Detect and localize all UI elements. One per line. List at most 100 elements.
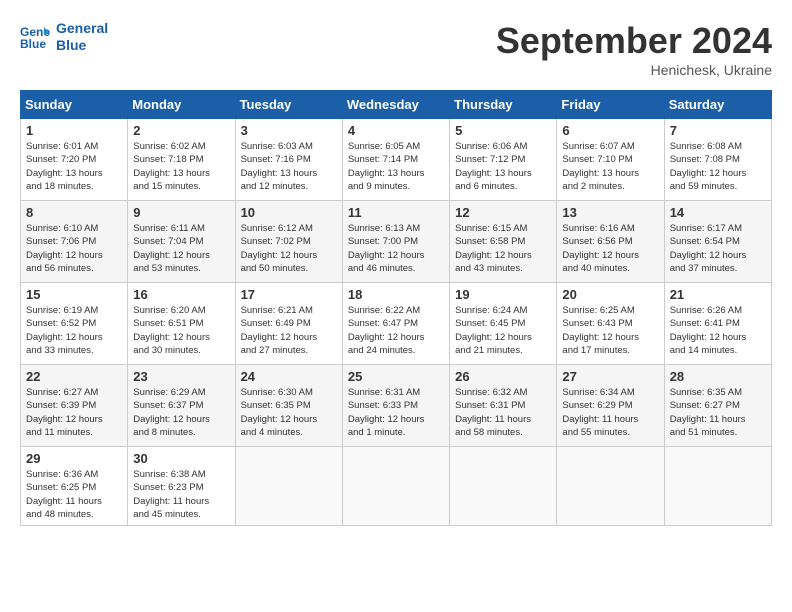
day-info: Sunrise: 6:29 AMSunset: 6:37 PMDaylight:… — [133, 386, 229, 439]
table-row: 3Sunrise: 6:03 AMSunset: 7:16 PMDaylight… — [235, 119, 342, 201]
table-row: 8 Sunrise: 6:10 AMSunset: 7:06 PMDaylight… — [21, 201, 128, 283]
day-number: 2 — [133, 123, 229, 138]
day-info: Sunrise: 6:19 AMSunset: 6:52 PMDaylight:… — [26, 304, 122, 357]
day-info: Sunrise: 6:30 AMSunset: 6:35 PMDaylight:… — [241, 386, 337, 439]
day-number: 25 — [348, 369, 444, 384]
day-info: Sunrise: 6:12 AMSunset: 7:02 PMDaylight:… — [241, 222, 337, 275]
table-row: 2 Sunrise: 6:02 AMSunset: 7:18 PMDaylight… — [128, 119, 235, 201]
calendar-table: Sunday Monday Tuesday Wednesday Thursday… — [20, 90, 772, 526]
table-row: 4 Sunrise: 6:05 AMSunset: 7:14 PMDaylight… — [342, 119, 449, 201]
day-number: 12 — [455, 205, 551, 220]
table-row: 9Sunrise: 6:11 AMSunset: 7:04 PMDaylight… — [128, 201, 235, 283]
table-row: 27 Sunrise: 6:34 AMSunset: 6:29 PMDayligh… — [557, 365, 664, 447]
table-row: 11 Sunrise: 6:13 AMSunset: 7:00 PMDayligh… — [342, 201, 449, 283]
table-row — [450, 447, 557, 526]
table-row: 17 Sunrise: 6:21 AMSunset: 6:49 PMDayligh… — [235, 283, 342, 365]
day-number: 13 — [562, 205, 658, 220]
table-row: 20 Sunrise: 6:25 AMSunset: 6:43 PMDayligh… — [557, 283, 664, 365]
table-row — [664, 447, 771, 526]
day-number: 7 — [670, 123, 766, 138]
day-info: Sunrise: 6:17 AMSunset: 6:54 PMDaylight:… — [670, 222, 766, 275]
table-row: 7 Sunrise: 6:08 AMSunset: 7:08 PMDaylight… — [664, 119, 771, 201]
day-number: 22 — [26, 369, 122, 384]
day-number: 21 — [670, 287, 766, 302]
table-row: 23 Sunrise: 6:29 AMSunset: 6:37 PMDayligh… — [128, 365, 235, 447]
logo-line2: Blue — [56, 37, 108, 54]
day-info: Sunrise: 6:11 AMSunset: 7:04 PMDaylight:… — [133, 222, 229, 275]
day-number: 15 — [26, 287, 122, 302]
day-number: 23 — [133, 369, 229, 384]
table-row: 29Sunrise: 6:36 AMSunset: 6:25 PMDayligh… — [21, 447, 128, 526]
table-row — [557, 447, 664, 526]
day-info: Sunrise: 6:07 AMSunset: 7:10 PMDaylight:… — [562, 140, 658, 193]
day-number: 28 — [670, 369, 766, 384]
day-number: 27 — [562, 369, 658, 384]
day-number: 29 — [26, 451, 122, 466]
day-info: Sunrise: 6:25 AMSunset: 6:43 PMDaylight:… — [562, 304, 658, 357]
day-number: 6 — [562, 123, 658, 138]
table-row: 14 Sunrise: 6:17 AMSunset: 6:54 PMDayligh… — [664, 201, 771, 283]
day-number: 3 — [241, 123, 337, 138]
month-title: September 2024 — [496, 20, 772, 62]
table-row: 28 Sunrise: 6:35 AMSunset: 6:27 PMDayligh… — [664, 365, 771, 447]
day-number: 17 — [241, 287, 337, 302]
day-number: 5 — [455, 123, 551, 138]
location: Henichesk, Ukraine — [496, 62, 772, 78]
col-monday: Monday — [128, 91, 235, 119]
day-info: Sunrise: 6:34 AMSunset: 6:29 PMDaylight:… — [562, 386, 658, 439]
day-info: Sunrise: 6:13 AMSunset: 7:00 PMDaylight:… — [348, 222, 444, 275]
day-info: Sunrise: 6:15 AMSunset: 6:58 PMDaylight:… — [455, 222, 551, 275]
day-info: Sunrise: 6:26 AMSunset: 6:41 PMDaylight:… — [670, 304, 766, 357]
day-number: 18 — [348, 287, 444, 302]
day-info: Sunrise: 6:20 AMSunset: 6:51 PMDaylight:… — [133, 304, 229, 357]
logo-line1: General — [56, 20, 108, 37]
table-row: 26 Sunrise: 6:32 AMSunset: 6:31 PMDayligh… — [450, 365, 557, 447]
table-row: 21 Sunrise: 6:26 AMSunset: 6:41 PMDayligh… — [664, 283, 771, 365]
day-number: 11 — [348, 205, 444, 220]
table-row: 16 Sunrise: 6:20 AMSunset: 6:51 PMDayligh… — [128, 283, 235, 365]
day-info: Sunrise: 6:35 AMSunset: 6:27 PMDaylight:… — [670, 386, 766, 439]
table-row: 6 Sunrise: 6:07 AMSunset: 7:10 PMDaylight… — [557, 119, 664, 201]
table-row: 30 Sunrise: 6:38 AMSunset: 6:23 PMDayligh… — [128, 447, 235, 526]
day-number: 4 — [348, 123, 444, 138]
day-info: Sunrise: 6:10 AMSunset: 7:06 PMDaylight:… — [26, 222, 122, 275]
table-row: 12 Sunrise: 6:15 AMSunset: 6:58 PMDayligh… — [450, 201, 557, 283]
col-tuesday: Tuesday — [235, 91, 342, 119]
calendar-header-row: Sunday Monday Tuesday Wednesday Thursday… — [21, 91, 772, 119]
day-number: 26 — [455, 369, 551, 384]
logo-icon: General Blue — [20, 22, 50, 52]
day-info: Sunrise: 6:02 AMSunset: 7:18 PMDaylight:… — [133, 140, 229, 193]
day-info: Sunrise: 6:32 AMSunset: 6:31 PMDaylight:… — [455, 386, 551, 439]
day-info: Sunrise: 6:24 AMSunset: 6:45 PMDaylight:… — [455, 304, 551, 357]
table-row: 22 Sunrise: 6:27 AMSunset: 6:39 PMDayligh… — [21, 365, 128, 447]
table-row — [342, 447, 449, 526]
day-number: 30 — [133, 451, 229, 466]
day-number: 10 — [241, 205, 337, 220]
day-number: 1 — [26, 123, 122, 138]
svg-text:Blue: Blue — [20, 37, 46, 51]
day-info: Sunrise: 6:08 AMSunset: 7:08 PMDaylight:… — [670, 140, 766, 193]
page-header: General Blue General Blue September 2024… — [20, 20, 772, 78]
day-number: 8 — [26, 205, 122, 220]
day-number: 24 — [241, 369, 337, 384]
day-info: Sunrise: 6:21 AMSunset: 6:49 PMDaylight:… — [241, 304, 337, 357]
col-thursday: Thursday — [450, 91, 557, 119]
day-info: Sunrise: 6:05 AMSunset: 7:14 PMDaylight:… — [348, 140, 444, 193]
table-row: 13 Sunrise: 6:16 AMSunset: 6:56 PMDayligh… — [557, 201, 664, 283]
col-saturday: Saturday — [664, 91, 771, 119]
table-row: 19 Sunrise: 6:24 AMSunset: 6:45 PMDayligh… — [450, 283, 557, 365]
day-info: Sunrise: 6:27 AMSunset: 6:39 PMDaylight:… — [26, 386, 122, 439]
day-info: Sunrise: 6:16 AMSunset: 6:56 PMDaylight:… — [562, 222, 658, 275]
table-row: 15 Sunrise: 6:19 AMSunset: 6:52 PMDayligh… — [21, 283, 128, 365]
day-number: 19 — [455, 287, 551, 302]
day-info: Sunrise: 6:31 AMSunset: 6:33 PMDaylight:… — [348, 386, 444, 439]
day-info: Sunrise: 6:38 AMSunset: 6:23 PMDaylight:… — [133, 468, 229, 521]
table-row: 24 Sunrise: 6:30 AMSunset: 6:35 PMDayligh… — [235, 365, 342, 447]
day-number: 16 — [133, 287, 229, 302]
day-number: 20 — [562, 287, 658, 302]
day-info: Sunrise: 6:06 AMSunset: 7:12 PMDaylight:… — [455, 140, 551, 193]
title-block: September 2024 Henichesk, Ukraine — [496, 20, 772, 78]
table-row: 25 Sunrise: 6:31 AMSunset: 6:33 PMDayligh… — [342, 365, 449, 447]
day-number: 14 — [670, 205, 766, 220]
table-row — [235, 447, 342, 526]
